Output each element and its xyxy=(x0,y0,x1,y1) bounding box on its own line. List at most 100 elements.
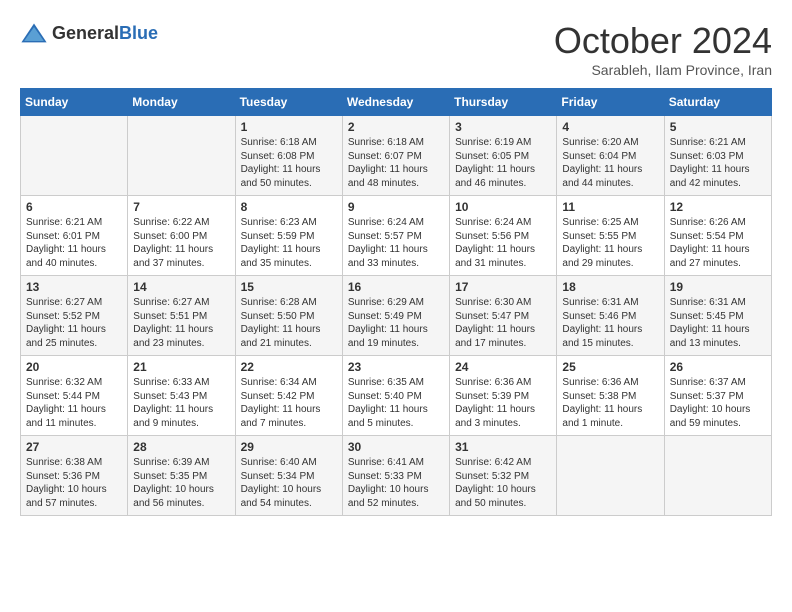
month-year-title: October 2024 xyxy=(554,20,772,62)
day-number: 10 xyxy=(455,200,551,214)
table-cell: 17Sunrise: 6:30 AMSunset: 5:47 PMDayligh… xyxy=(450,276,557,356)
day-info: Sunrise: 6:21 AMSunset: 6:01 PMDaylight:… xyxy=(26,216,122,270)
table-cell: 23 Sunrise: 6:35 AMSunset: 5:40 PMDayligh… xyxy=(342,356,449,436)
day-number: 7 xyxy=(133,200,229,214)
table-cell: 3 Sunrise: 6:19 AMSunset: 6:05 PMDaylight… xyxy=(450,116,557,196)
day-number: 18 xyxy=(562,280,658,294)
day-info: Sunrise: 6:31 AMSunset: 5:46 PMDaylight:… xyxy=(562,296,658,350)
logo-text: GeneralBlue xyxy=(52,24,158,44)
table-cell: 12 Sunrise: 6:26 AMSunset: 5:54 PMDayligh… xyxy=(664,196,771,276)
day-info: Sunrise: 6:39 AMSunset: 5:35 PMDaylight:… xyxy=(133,456,229,510)
table-cell: 6 Sunrise: 6:21 AMSunset: 6:01 PMDaylight… xyxy=(21,196,128,276)
table-cell: 5Sunrise: 6:21 AMSunset: 6:03 PMDaylight… xyxy=(664,116,771,196)
day-info: Sunrise: 6:36 AMSunset: 5:39 PMDaylight:… xyxy=(455,376,551,430)
day-info: Sunrise: 6:32 AMSunset: 5:44 PMDaylight:… xyxy=(26,376,122,430)
day-number: 26 xyxy=(670,360,766,374)
day-number: 2 xyxy=(348,120,444,134)
day-info: Sunrise: 6:28 AMSunset: 5:50 PMDaylight:… xyxy=(241,296,337,350)
day-info: Sunrise: 6:40 AMSunset: 5:34 PMDaylight:… xyxy=(241,456,337,510)
table-cell: 9 Sunrise: 6:24 AMSunset: 5:57 PMDaylight… xyxy=(342,196,449,276)
table-cell: 22 Sunrise: 6:34 AMSunset: 5:42 PMDayligh… xyxy=(235,356,342,436)
day-number: 17 xyxy=(455,280,551,294)
calendar-table: SundayMondayTuesdayWednesdayThursdayFrid… xyxy=(20,88,772,516)
day-number: 24 xyxy=(455,360,551,374)
day-number: 22 xyxy=(241,360,337,374)
day-info: Sunrise: 6:27 AMSunset: 5:51 PMDaylight:… xyxy=(133,296,229,350)
day-number: 30 xyxy=(348,440,444,454)
table-cell: 10 Sunrise: 6:24 AMSunset: 5:56 PMDayligh… xyxy=(450,196,557,276)
table-cell: 25 Sunrise: 6:36 AMSunset: 5:38 PMDayligh… xyxy=(557,356,664,436)
table-cell: 8 Sunrise: 6:23 AMSunset: 5:59 PMDaylight… xyxy=(235,196,342,276)
day-number: 19 xyxy=(670,280,766,294)
day-number: 8 xyxy=(241,200,337,214)
table-cell xyxy=(557,436,664,516)
table-cell: 21 Sunrise: 6:33 AMSunset: 5:43 PMDayligh… xyxy=(128,356,235,436)
table-cell: 29Sunrise: 6:40 AMSunset: 5:34 PMDayligh… xyxy=(235,436,342,516)
table-cell: 28 Sunrise: 6:39 AMSunset: 5:35 PMDayligh… xyxy=(128,436,235,516)
table-cell: 30Sunrise: 6:41 AMSunset: 5:33 PMDayligh… xyxy=(342,436,449,516)
header-thursday: Thursday xyxy=(450,89,557,116)
day-number: 12 xyxy=(670,200,766,214)
day-number: 9 xyxy=(348,200,444,214)
header-friday: Friday xyxy=(557,89,664,116)
day-number: 31 xyxy=(455,440,551,454)
header-saturday: Saturday xyxy=(664,89,771,116)
day-number: 11 xyxy=(562,200,658,214)
day-info: Sunrise: 6:24 AMSunset: 5:56 PMDaylight:… xyxy=(455,216,551,270)
table-cell: 14 Sunrise: 6:27 AMSunset: 5:51 PMDayligh… xyxy=(128,276,235,356)
day-info: Sunrise: 6:37 AMSunset: 5:37 PMDaylight:… xyxy=(670,376,766,430)
day-number: 23 xyxy=(348,360,444,374)
location-subtitle: Sarableh, Ilam Province, Iran xyxy=(554,62,772,78)
day-info: Sunrise: 6:42 AMSunset: 5:32 PMDaylight:… xyxy=(455,456,551,510)
week-row-3: 13 Sunrise: 6:27 AMSunset: 5:52 PMDayligh… xyxy=(21,276,772,356)
title-area: October 2024 Sarableh, Ilam Province, Ir… xyxy=(554,20,772,78)
day-number: 14 xyxy=(133,280,229,294)
day-info: Sunrise: 6:24 AMSunset: 5:57 PMDaylight:… xyxy=(348,216,444,270)
day-number: 6 xyxy=(26,200,122,214)
logo-general: GeneralBlue xyxy=(52,24,158,44)
day-info: Sunrise: 6:29 AMSunset: 5:49 PMDaylight:… xyxy=(348,296,444,350)
day-info: Sunrise: 6:35 AMSunset: 5:40 PMDaylight:… xyxy=(348,376,444,430)
table-cell xyxy=(21,116,128,196)
day-info: Sunrise: 6:19 AMSunset: 6:05 PMDaylight:… xyxy=(455,136,551,190)
day-number: 13 xyxy=(26,280,122,294)
week-row-2: 6 Sunrise: 6:21 AMSunset: 6:01 PMDaylight… xyxy=(21,196,772,276)
table-cell: 15Sunrise: 6:28 AMSunset: 5:50 PMDayligh… xyxy=(235,276,342,356)
day-number: 5 xyxy=(670,120,766,134)
table-cell xyxy=(664,436,771,516)
day-number: 16 xyxy=(348,280,444,294)
day-info: Sunrise: 6:18 AMSunset: 6:08 PMDaylight:… xyxy=(241,136,337,190)
day-number: 4 xyxy=(562,120,658,134)
table-cell: 11Sunrise: 6:25 AMSunset: 5:55 PMDayligh… xyxy=(557,196,664,276)
table-cell: 20 Sunrise: 6:32 AMSunset: 5:44 PMDayligh… xyxy=(21,356,128,436)
header-row: SundayMondayTuesdayWednesdayThursdayFrid… xyxy=(21,89,772,116)
day-number: 21 xyxy=(133,360,229,374)
header-sunday: Sunday xyxy=(21,89,128,116)
table-cell: 19 Sunrise: 6:31 AMSunset: 5:45 PMDayligh… xyxy=(664,276,771,356)
logo-icon xyxy=(20,20,48,48)
day-info: Sunrise: 6:26 AMSunset: 5:54 PMDaylight:… xyxy=(670,216,766,270)
day-info: Sunrise: 6:34 AMSunset: 5:42 PMDaylight:… xyxy=(241,376,337,430)
header-monday: Monday xyxy=(128,89,235,116)
table-cell: 4 Sunrise: 6:20 AMSunset: 6:04 PMDaylight… xyxy=(557,116,664,196)
day-info: Sunrise: 6:36 AMSunset: 5:38 PMDaylight:… xyxy=(562,376,658,430)
week-row-5: 27Sunrise: 6:38 AMSunset: 5:36 PMDayligh… xyxy=(21,436,772,516)
week-row-4: 20 Sunrise: 6:32 AMSunset: 5:44 PMDayligh… xyxy=(21,356,772,436)
table-cell xyxy=(128,116,235,196)
day-number: 3 xyxy=(455,120,551,134)
day-number: 25 xyxy=(562,360,658,374)
day-info: Sunrise: 6:27 AMSunset: 5:52 PMDaylight:… xyxy=(26,296,122,350)
day-number: 28 xyxy=(133,440,229,454)
table-cell: 2Sunrise: 6:18 AMSunset: 6:07 PMDaylight… xyxy=(342,116,449,196)
day-info: Sunrise: 6:33 AMSunset: 5:43 PMDaylight:… xyxy=(133,376,229,430)
day-info: Sunrise: 6:31 AMSunset: 5:45 PMDaylight:… xyxy=(670,296,766,350)
day-info: Sunrise: 6:20 AMSunset: 6:04 PMDaylight:… xyxy=(562,136,658,190)
week-row-1: 1Sunrise: 6:18 AMSunset: 6:08 PMDaylight… xyxy=(21,116,772,196)
day-info: Sunrise: 6:23 AMSunset: 5:59 PMDaylight:… xyxy=(241,216,337,270)
table-cell: 31 Sunrise: 6:42 AMSunset: 5:32 PMDayligh… xyxy=(450,436,557,516)
day-number: 27 xyxy=(26,440,122,454)
day-number: 20 xyxy=(26,360,122,374)
table-cell: 24 Sunrise: 6:36 AMSunset: 5:39 PMDayligh… xyxy=(450,356,557,436)
table-cell: 7Sunrise: 6:22 AMSunset: 6:00 PMDaylight… xyxy=(128,196,235,276)
logo: GeneralBlue xyxy=(20,20,158,48)
